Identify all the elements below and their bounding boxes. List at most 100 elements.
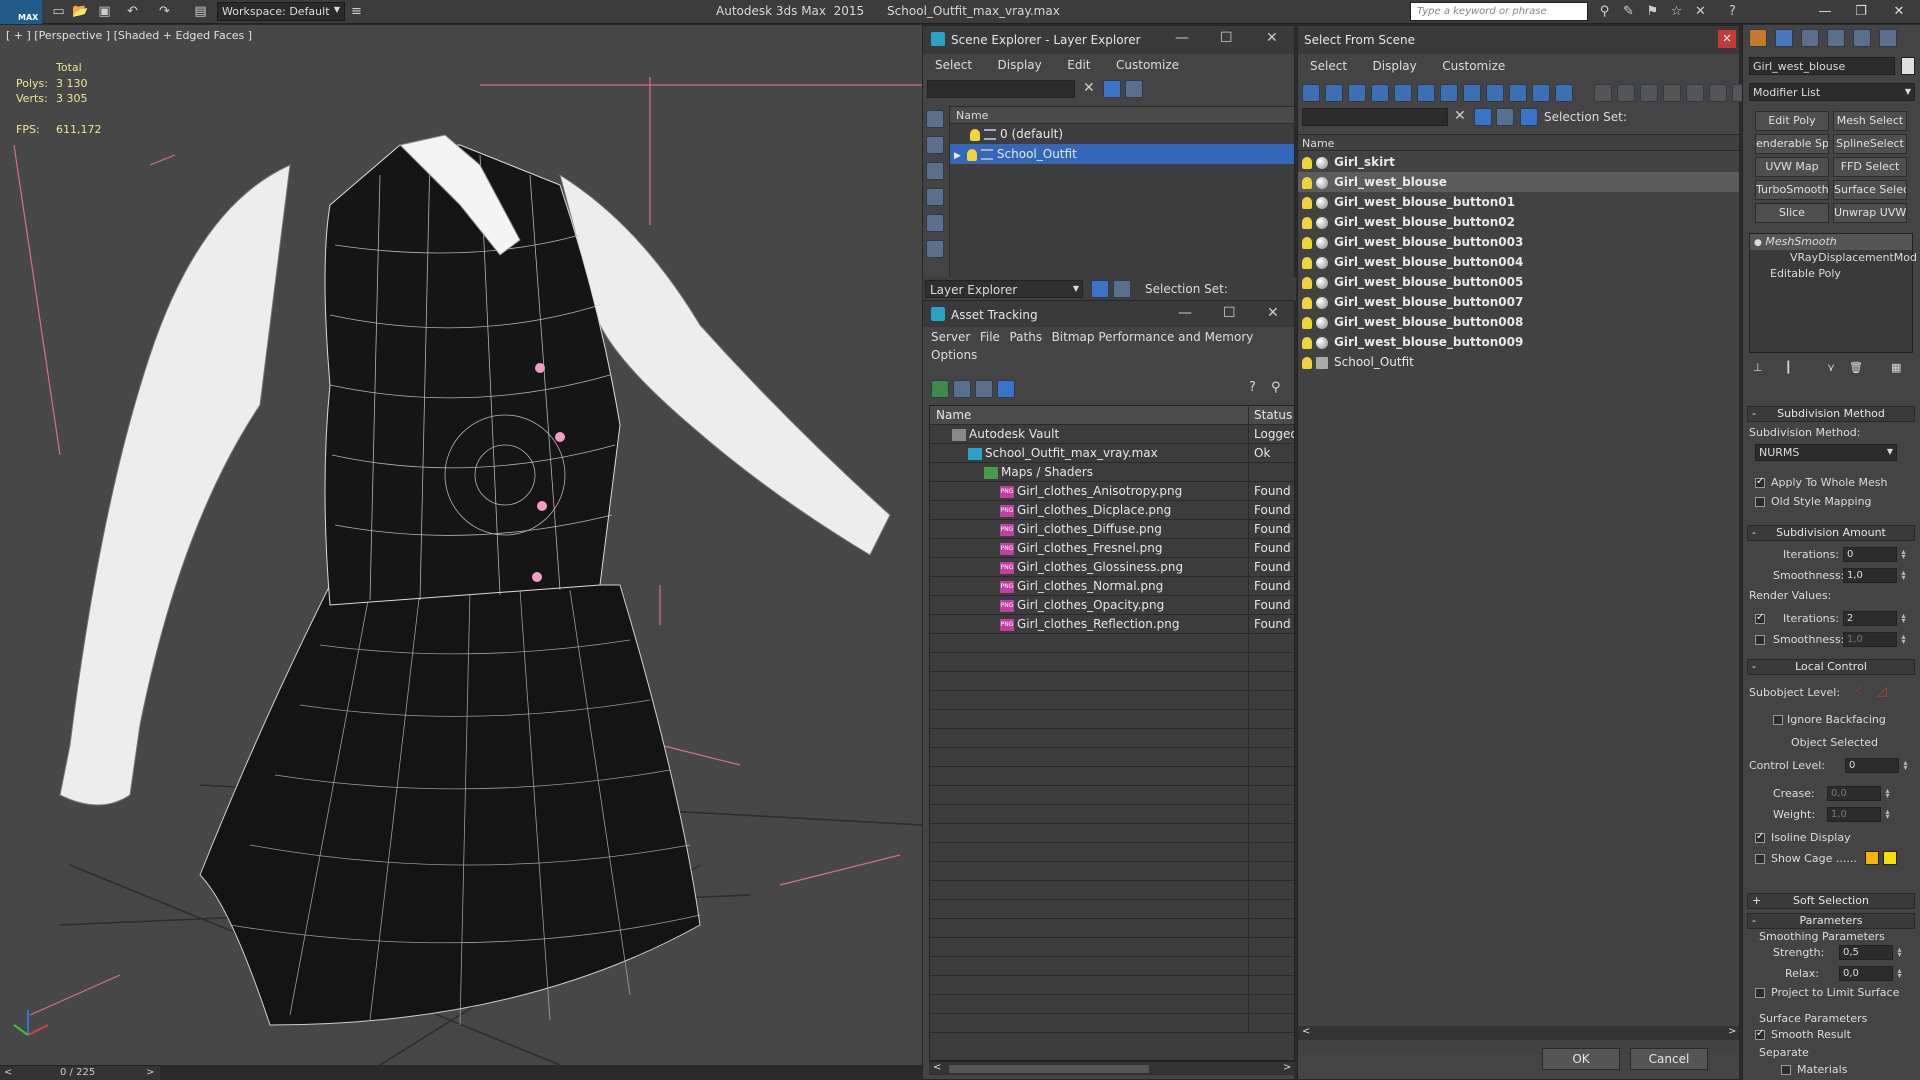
scroll-right-icon[interactable]: > <box>1283 1062 1291 1073</box>
column-name[interactable]: Name <box>936 408 971 422</box>
table-row[interactable]: PNG Girl_clothes_Normal.png Found <box>930 577 1294 596</box>
select-search-input[interactable] <box>1302 108 1448 126</box>
stack-item-editable-poly[interactable]: Editable Poly <box>1750 266 1912 282</box>
modifier-button[interactable]: Slice <box>1755 203 1829 223</box>
menu-customize[interactable]: Customize <box>1442 59 1505 73</box>
isoline-display-checkbox[interactable] <box>1755 831 1765 843</box>
table-row[interactable]: PNG Girl_clothes_Anisotropy.png Found <box>930 482 1294 501</box>
cancel-button[interactable]: Cancel <box>1630 1048 1708 1070</box>
star-icon[interactable]: ☆ <box>1668 3 1685 20</box>
lightbulb-icon[interactable] <box>1302 296 1312 309</box>
remove-modifier-icon[interactable]: 🗑 <box>1849 361 1863 374</box>
lightbulb-icon[interactable] <box>1302 336 1312 349</box>
filter-frozen-icon[interactable] <box>1532 84 1550 102</box>
list-item[interactable]: Girl_west_blouse_button02 <box>1298 212 1739 232</box>
smooth-result-checkbox[interactable] <box>1755 1028 1765 1040</box>
filter-invert-icon[interactable] <box>1663 84 1681 102</box>
scene-explorer-titlebar[interactable]: Scene Explorer - Layer Explorer — ☐ ✕ <box>923 26 1294 54</box>
app-logo[interactable]: MAX <box>0 0 42 24</box>
lightbulb-icon[interactable] <box>1302 196 1312 209</box>
subscription-icon[interactable]: ⚑ <box>1644 3 1661 20</box>
ignore-backfacing-checkbox[interactable] <box>1773 715 1783 725</box>
stack-item-meshsmooth[interactable]: ● MeshSmooth <box>1750 234 1912 250</box>
materials-checkbox[interactable] <box>1781 1065 1791 1075</box>
binoculars-icon[interactable]: ⚲ <box>1596 3 1613 20</box>
rollout-local-control[interactable]: - Local Control <box>1747 659 1915 675</box>
close-icon[interactable]: ✕ <box>1718 30 1736 48</box>
modifier-button[interactable]: UVW Map <box>1755 157 1829 177</box>
clear-search-icon[interactable]: ✕ <box>1083 80 1095 96</box>
list-item[interactable]: Girl_west_blouse_button009 <box>1298 332 1739 352</box>
menu-select[interactable]: Select <box>935 58 972 72</box>
open-file-icon[interactable]: 📂 <box>72 3 89 20</box>
layer-row-default[interactable]: 0 (default) <box>950 124 1294 144</box>
hierarchy-icon[interactable] <box>1113 280 1131 298</box>
hierarchy-tab-icon[interactable] <box>1801 29 1819 47</box>
list-item[interactable]: Girl_west_blouse_button007 <box>1298 292 1739 312</box>
table-row[interactable]: PNG Girl_clothes_Diffuse.png Found <box>930 520 1294 539</box>
list-item[interactable]: Girl_west_blouse_button003 <box>1298 232 1739 252</box>
filter-filter-options-icon[interactable] <box>1709 84 1727 102</box>
filter-columns-icon[interactable] <box>1686 84 1704 102</box>
list-view-icon[interactable] <box>953 380 971 398</box>
relax-spinner[interactable]: 0,0 <box>1839 966 1904 981</box>
modifier-button[interactable]: SplineSelect <box>1833 134 1907 154</box>
x-icon[interactable]: ✕ <box>1692 3 1709 20</box>
close-icon[interactable]: ✕ <box>1267 305 1279 321</box>
smoothness-spinner[interactable]: 1,0 <box>1843 568 1908 583</box>
menu-bitmap-performance[interactable]: Bitmap Performance and Memory <box>1052 330 1254 344</box>
lightbulb-icon[interactable] <box>1302 156 1312 169</box>
modifier-button[interactable]: Surface Select <box>1833 180 1907 200</box>
iterations-spinner[interactable]: 0 <box>1843 547 1908 562</box>
lightbulb-icon[interactable] <box>1302 276 1312 289</box>
modifier-button[interactable]: enderable Splin <box>1755 134 1829 154</box>
cage-color-swatch-1[interactable] <box>1865 851 1879 865</box>
explorer-type-dropdown[interactable]: Layer Explorer ▼ <box>925 280 1083 298</box>
weight-spinner[interactable]: 1,0 <box>1827 807 1892 822</box>
filter-spacewarps-icon[interactable] <box>1417 84 1435 102</box>
filter-geometry-icon[interactable] <box>1302 84 1320 102</box>
tools-icon[interactable]: ✎ <box>1620 3 1637 20</box>
modifier-button[interactable]: Mesh Select <box>1833 111 1907 131</box>
find-icon[interactable] <box>1125 80 1143 98</box>
menu-edit[interactable]: Edit <box>1067 58 1090 72</box>
cage-color-swatch-2[interactable] <box>1883 851 1897 865</box>
list-item[interactable]: Girl_west_blouse <box>1298 172 1739 192</box>
scroll-left-icon[interactable]: < <box>1302 1026 1310 1037</box>
show-cage-checkbox[interactable] <box>1755 854 1765 864</box>
display-cameras-icon[interactable] <box>926 214 944 232</box>
render-iterations-spinner[interactable]: 2 <box>1843 611 1908 626</box>
object-name-field[interactable]: Girl_west_blouse <box>1749 57 1895 75</box>
table-view-icon[interactable] <box>997 380 1015 398</box>
vertex-icon[interactable]: ⁖ <box>1855 684 1863 699</box>
save-icon[interactable]: ▣ <box>96 3 113 20</box>
time-prev-icon[interactable]: < <box>4 1067 12 1078</box>
scroll-right-icon[interactable]: > <box>1728 1026 1736 1037</box>
asset-tracking-titlebar[interactable]: Asset Tracking — ☐ ✕ <box>923 301 1294 327</box>
ok-button[interactable]: OK <box>1542 1048 1620 1070</box>
make-unique-icon[interactable]: ⋎ <box>1827 361 1835 374</box>
subdivision-method-dropdown[interactable]: NURMS ▼ <box>1755 444 1897 461</box>
filter-icon[interactable] <box>1103 80 1121 98</box>
motion-tab-icon[interactable] <box>1827 29 1845 47</box>
lightbulb-icon[interactable] <box>1302 256 1312 269</box>
filter-display-all-icon[interactable] <box>1617 84 1635 102</box>
minimize-button[interactable]: — <box>1810 2 1840 22</box>
filter-particles-icon[interactable] <box>1594 84 1612 102</box>
crease-spinner[interactable]: 0,0 <box>1827 786 1892 801</box>
scroll-thumb[interactable] <box>949 1065 1149 1073</box>
modifier-list-dropdown[interactable]: Modifier List ▼ <box>1749 83 1915 101</box>
table-row[interactable]: PNG Girl_clothes_Fresnel.png Found <box>930 539 1294 558</box>
detail-view-icon[interactable] <box>975 380 993 398</box>
maximize-icon[interactable]: ☐ <box>1223 305 1236 321</box>
table-row[interactable]: PNG Girl_clothes_Glossiness.png Found <box>930 558 1294 577</box>
list-item[interactable]: Girl_west_blouse_button004 <box>1298 252 1739 272</box>
layer-toggle-icon[interactable] <box>1091 280 1109 298</box>
lightbulb-icon[interactable] <box>966 148 977 161</box>
layer-filter-icon[interactable] <box>1496 108 1514 126</box>
table-row[interactable]: Maps / Shaders <box>930 463 1294 482</box>
display-tab-icon[interactable] <box>1853 29 1871 47</box>
object-list-header[interactable]: Name <box>1298 134 1739 151</box>
strength-spinner[interactable]: 0,5 <box>1839 945 1904 960</box>
lightbulb-icon[interactable] <box>1302 356 1312 369</box>
